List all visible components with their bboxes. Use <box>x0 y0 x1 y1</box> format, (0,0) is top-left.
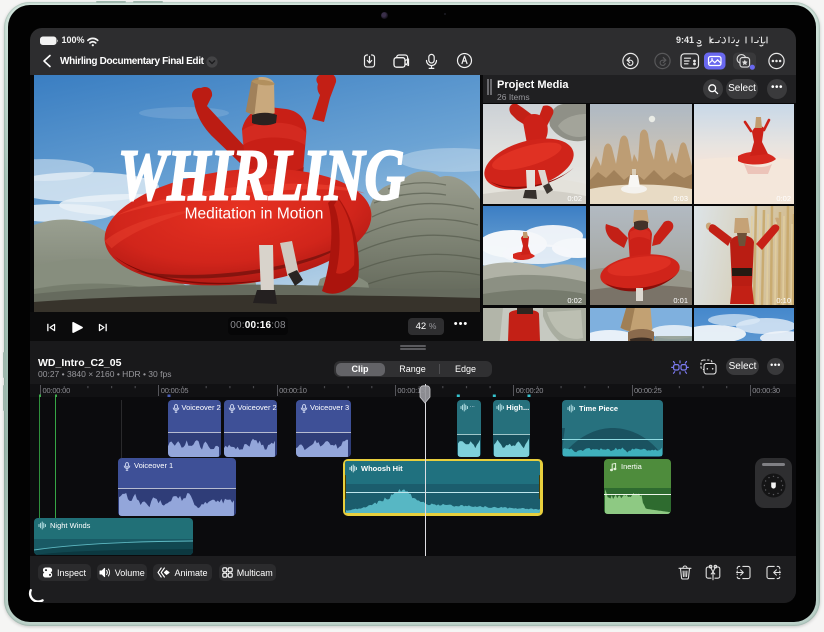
svg-text:0:02: 0:02 <box>776 194 791 203</box>
svg-text:0:01: 0:01 <box>673 296 688 305</box>
svg-text:0:10: 0:10 <box>776 296 791 305</box>
svg-text:Meditation in Motion: Meditation in Motion <box>185 206 324 223</box>
svg-text:WHIRLING: WHIRLING <box>118 135 405 216</box>
svg-text:0:02: 0:02 <box>567 296 582 305</box>
svg-text:0:02: 0:02 <box>567 194 582 203</box>
svg-text:0:03: 0:03 <box>673 194 688 203</box>
